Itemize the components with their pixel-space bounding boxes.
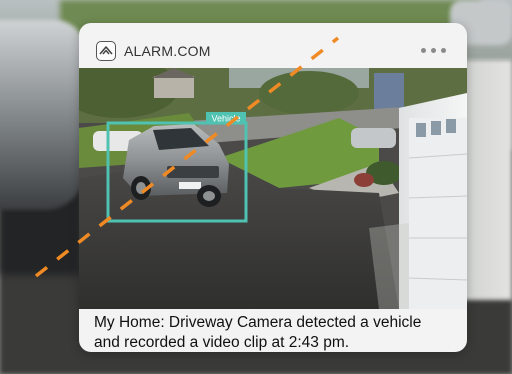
message-line: My Home: Driveway Camera detected a vehi… (94, 314, 422, 331)
garage-window (416, 123, 426, 137)
alarm-com-logo-icon (96, 41, 116, 61)
neighbor-house-blue (374, 73, 404, 113)
garage-window (431, 121, 441, 135)
camera-snapshot[interactable]: Vehicle (79, 68, 467, 309)
app-name: ALARM.COM (124, 43, 211, 59)
message-line: and recorded a video clip at 2:43 pm. (94, 334, 350, 351)
notification-message: My Home: Driveway Camera detected a vehi… (94, 313, 454, 352)
neighbor-house (154, 76, 194, 98)
notification-card[interactable]: ALARM.COM Vehicle My Home: Driveway Came… (79, 23, 467, 352)
detection-label: Vehicle (211, 114, 240, 124)
shrub (354, 173, 374, 187)
background-car (0, 20, 85, 210)
tree-cluster (259, 71, 359, 115)
more-options-icon[interactable] (419, 43, 451, 57)
notification-header: ALARM.COM (79, 23, 467, 68)
parked-car (351, 128, 396, 148)
garage-window (446, 119, 456, 133)
garage-door (409, 118, 467, 309)
